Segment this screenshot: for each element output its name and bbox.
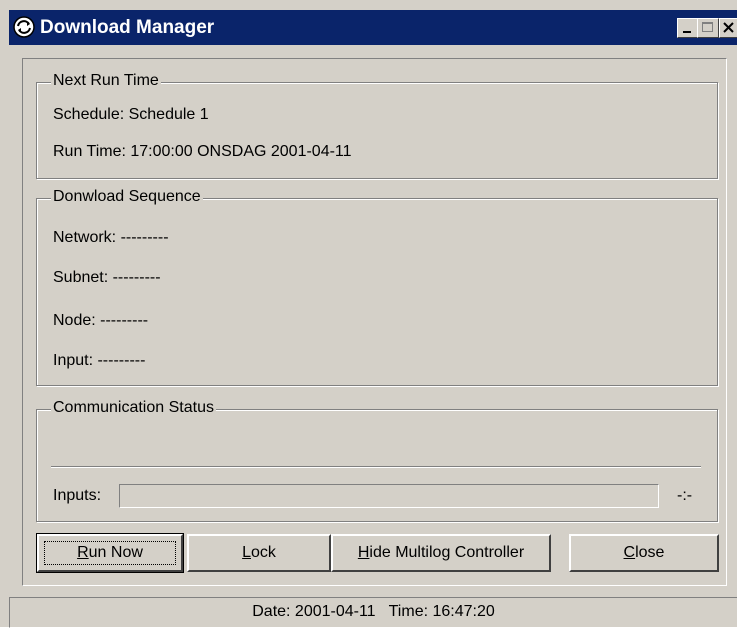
lock-label: ock xyxy=(251,544,276,561)
title-bar[interactable]: Download Manager xyxy=(9,10,737,45)
node-label: Node: --------- xyxy=(53,312,149,329)
hide-multilog-controller-button[interactable]: Hide Multilog Controller xyxy=(331,534,551,572)
minimize-button[interactable] xyxy=(677,18,699,38)
inputs-value: -:- xyxy=(677,487,693,504)
focus-rect xyxy=(44,541,176,565)
run-now-button[interactable]: Run Now xyxy=(36,533,184,573)
status-bar: Date: 2001-04-11 Time: 16:47:20 xyxy=(9,597,737,628)
status-text: Date: 2001-04-11 Time: 16:47:20 xyxy=(252,603,495,620)
download-sequence-title: Donwload Sequence xyxy=(51,188,203,206)
close-label: lose xyxy=(635,544,665,561)
close-button[interactable]: Close xyxy=(569,534,719,572)
schedule-label: Schedule: Schedule 1 xyxy=(53,106,209,123)
close-icon xyxy=(723,22,734,33)
inputs-progress-bar xyxy=(119,484,659,508)
hide-mnemonic: H xyxy=(357,544,370,561)
window-title: Download Manager xyxy=(40,17,215,38)
download-manager-window: Download Manager Next Run Time Schedule:… xyxy=(0,0,737,628)
hide-label: ide Multilog Controller xyxy=(369,544,525,561)
communication-status-title: Communication Status xyxy=(51,399,216,417)
inputs-label: Inputs: xyxy=(53,487,102,504)
maximize-icon xyxy=(702,22,713,32)
close-mnemonic: C xyxy=(623,544,636,561)
app-sync-icon[interactable] xyxy=(12,15,36,39)
next-run-time-title: Next Run Time xyxy=(51,72,161,90)
next-run-time-group: Next Run Time xyxy=(36,72,718,179)
status-separator xyxy=(51,466,701,468)
lock-button[interactable]: Lock xyxy=(187,534,331,572)
close-window-button[interactable] xyxy=(719,18,737,38)
run-time-label: Run Time: 17:00:00 ONSDAG 2001-04-11 xyxy=(53,143,352,160)
minimize-icon xyxy=(683,31,691,33)
subnet-label: Subnet: --------- xyxy=(53,269,161,286)
maximize-button[interactable] xyxy=(697,18,719,38)
network-label: Network: --------- xyxy=(53,229,169,246)
input-label: Input: --------- xyxy=(53,352,146,369)
lock-mnemonic: L xyxy=(242,544,251,561)
